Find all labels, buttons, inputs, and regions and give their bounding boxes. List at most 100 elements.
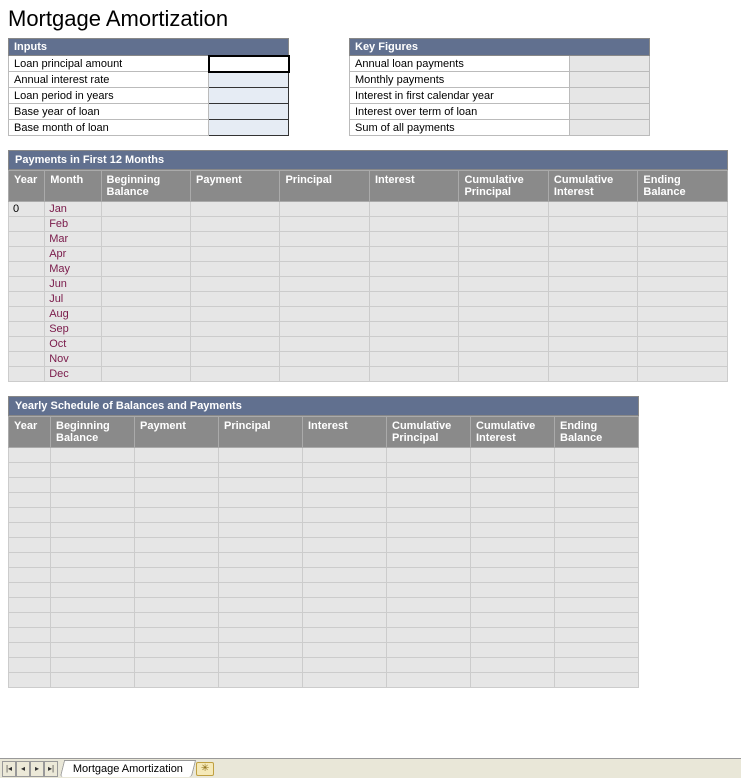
yearly-data-cell[interactable] [135,493,219,508]
months-data-cell[interactable] [459,232,548,247]
yearly-data-cell[interactable] [219,673,303,688]
yearly-data-cell[interactable] [471,478,555,493]
yearly-data-cell[interactable] [387,673,471,688]
months-month-cell[interactable]: Apr [45,247,101,262]
yearly-data-cell[interactable] [387,463,471,478]
months-data-cell[interactable] [548,307,637,322]
tab-nav-last-icon[interactable]: ▸| [44,761,58,777]
yearly-data-cell[interactable] [387,658,471,673]
yearly-data-cell[interactable] [51,568,135,583]
yearly-data-cell[interactable] [219,493,303,508]
yearly-data-cell[interactable] [9,508,51,523]
yearly-data-cell[interactable] [219,538,303,553]
yearly-data-cell[interactable] [219,583,303,598]
months-data-cell[interactable] [190,367,279,382]
months-data-cell[interactable] [369,232,458,247]
months-data-cell[interactable] [638,217,728,232]
months-data-cell[interactable] [638,307,728,322]
yearly-data-cell[interactable] [51,478,135,493]
months-data-cell[interactable] [459,277,548,292]
months-data-cell[interactable] [548,322,637,337]
months-data-cell[interactable] [369,247,458,262]
months-year-cell[interactable] [9,277,45,292]
months-year-cell[interactable] [9,322,45,337]
yearly-data-cell[interactable] [387,508,471,523]
yearly-data-cell[interactable] [555,568,639,583]
months-data-cell[interactable] [638,337,728,352]
months-data-cell[interactable] [548,277,637,292]
months-data-cell[interactable] [190,352,279,367]
yearly-data-cell[interactable] [51,493,135,508]
months-data-cell[interactable] [101,247,190,262]
yearly-data-cell[interactable] [135,568,219,583]
yearly-data-cell[interactable] [555,628,639,643]
yearly-data-cell[interactable] [51,628,135,643]
yearly-data-cell[interactable] [9,493,51,508]
months-data-cell[interactable] [101,322,190,337]
yearly-data-cell[interactable] [555,643,639,658]
yearly-data-cell[interactable] [387,448,471,463]
months-data-cell[interactable] [638,202,728,217]
months-data-cell[interactable] [101,202,190,217]
months-month-cell[interactable]: Jan [45,202,101,217]
yearly-data-cell[interactable] [219,478,303,493]
months-data-cell[interactable] [280,202,369,217]
yearly-data-cell[interactable] [303,463,387,478]
yearly-data-cell[interactable] [135,583,219,598]
months-month-cell[interactable]: May [45,262,101,277]
yearly-data-cell[interactable] [51,613,135,628]
months-data-cell[interactable] [280,307,369,322]
months-data-cell[interactable] [548,262,637,277]
yearly-data-cell[interactable] [471,673,555,688]
yearly-data-cell[interactable] [387,583,471,598]
months-year-cell[interactable] [9,247,45,262]
yearly-data-cell[interactable] [471,583,555,598]
yearly-data-cell[interactable] [9,523,51,538]
months-data-cell[interactable] [459,202,548,217]
yearly-data-cell[interactable] [51,583,135,598]
yearly-data-cell[interactable] [471,568,555,583]
yearly-data-cell[interactable] [471,493,555,508]
months-year-cell[interactable] [9,352,45,367]
yearly-data-cell[interactable] [135,658,219,673]
months-data-cell[interactable] [638,352,728,367]
yearly-data-cell[interactable] [471,523,555,538]
months-month-cell[interactable]: Jun [45,277,101,292]
yearly-data-cell[interactable] [303,628,387,643]
months-data-cell[interactable] [190,337,279,352]
months-data-cell[interactable] [190,262,279,277]
yearly-data-cell[interactable] [471,553,555,568]
months-data-cell[interactable] [548,202,637,217]
months-year-cell[interactable]: 0 [9,202,45,217]
yearly-data-cell[interactable] [303,493,387,508]
yearly-data-cell[interactable] [9,463,51,478]
yearly-data-cell[interactable] [555,673,639,688]
yearly-data-cell[interactable] [135,598,219,613]
yearly-data-cell[interactable] [51,673,135,688]
yearly-data-cell[interactable] [9,568,51,583]
months-data-cell[interactable] [638,262,728,277]
months-data-cell[interactable] [190,217,279,232]
yearly-data-cell[interactable] [135,508,219,523]
months-data-cell[interactable] [638,247,728,262]
yearly-data-cell[interactable] [9,628,51,643]
months-data-cell[interactable] [101,307,190,322]
yearly-data-cell[interactable] [219,568,303,583]
months-month-cell[interactable]: Jul [45,292,101,307]
new-sheet-icon[interactable]: ✳ [196,762,214,776]
yearly-data-cell[interactable] [51,553,135,568]
yearly-data-cell[interactable] [303,583,387,598]
months-data-cell[interactable] [101,367,190,382]
months-data-cell[interactable] [548,232,637,247]
yearly-data-cell[interactable] [387,598,471,613]
yearly-data-cell[interactable] [9,538,51,553]
months-data-cell[interactable] [280,352,369,367]
yearly-data-cell[interactable] [51,523,135,538]
months-data-cell[interactable] [190,277,279,292]
months-data-cell[interactable] [638,292,728,307]
yearly-data-cell[interactable] [219,523,303,538]
input-cell[interactable] [209,120,289,136]
months-data-cell[interactable] [101,352,190,367]
months-data-cell[interactable] [638,367,728,382]
yearly-data-cell[interactable] [135,673,219,688]
